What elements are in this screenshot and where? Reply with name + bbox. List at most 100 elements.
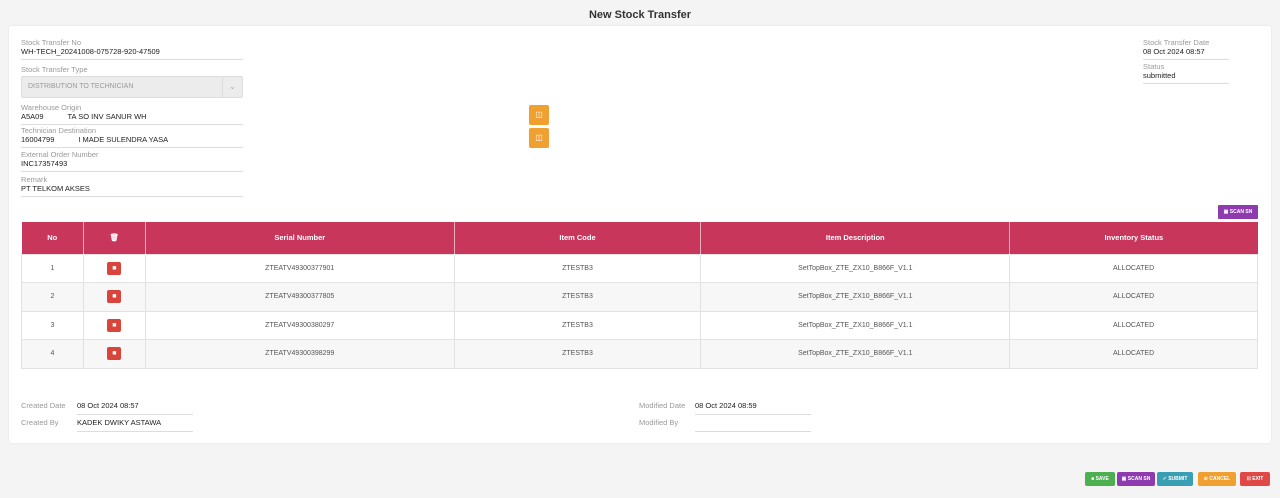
trash-icon: ■ xyxy=(112,264,117,272)
warehouse-origin-name: TA SO INV SANUR WH xyxy=(67,112,147,121)
trash-icon: ■ xyxy=(112,350,117,358)
modified-date-label: Modified Date xyxy=(639,401,686,410)
row-status: ALLOCATED xyxy=(1009,282,1258,312)
submit-button[interactable]: ✓ SUBMIT xyxy=(1157,472,1193,486)
table-row: 1 ■ ZTEATV49300377901 ZTESTB3 SetTopBox_… xyxy=(21,253,1258,283)
transfer-date-value: 08 Oct 2024 08:57 xyxy=(1143,47,1205,56)
footer-scan-label: SCAN SN xyxy=(1127,476,1151,482)
trash-icon: 🗑 xyxy=(109,233,120,243)
transfer-type-value: DISTRIBUTION TO TECHNICIAN xyxy=(28,83,134,90)
external-order-field: External Order Number INC17357493 xyxy=(21,150,243,172)
lookup-icon: ◫ xyxy=(535,133,543,142)
cancel-button[interactable]: ⊘ CANCEL xyxy=(1198,472,1236,486)
submit-label: SUBMIT xyxy=(1168,476,1188,482)
save-icon: ■ xyxy=(1091,476,1095,482)
table-header-row: No 🗑 Serial Number Item Code Item Descri… xyxy=(21,222,1258,254)
row-no: 4 xyxy=(21,339,84,369)
modified-by-value xyxy=(695,418,811,432)
transfer-type-label: Stock Transfer Type xyxy=(21,65,88,74)
save-button[interactable]: ■ SAVE xyxy=(1085,472,1115,486)
trash-icon: ■ xyxy=(112,293,117,301)
col-status: Inventory Status xyxy=(1009,222,1258,254)
modified-by-label: Modified By xyxy=(639,418,679,427)
check-icon: ✓ xyxy=(1162,476,1167,482)
delete-row-button[interactable]: ■ xyxy=(107,318,122,332)
external-order-value: INC17357493 xyxy=(21,159,68,168)
row-description: SetTopBox_ZTE_ZX10_B866F_V1.1 xyxy=(700,310,1011,340)
delete-row-button[interactable]: ■ xyxy=(107,261,122,275)
row-serial: ZTEATV49300398299 xyxy=(144,339,455,369)
chevron-down-icon: ⌄ xyxy=(222,77,242,97)
row-description: SetTopBox_ZTE_ZX10_B866F_V1.1 xyxy=(700,282,1011,312)
technician-destination-field: Technician Destination 16004799 I MADE SU… xyxy=(21,126,243,148)
table-row: 2 ■ ZTEATV49300377805 ZTESTB3 SetTopBox_… xyxy=(21,282,1258,312)
transfer-type-select[interactable]: DISTRIBUTION TO TECHNICIAN ⌄ xyxy=(21,76,243,98)
row-status: ALLOCATED xyxy=(1009,310,1258,340)
row-description: SetTopBox_ZTE_ZX10_B866F_V1.1 xyxy=(700,339,1011,369)
delete-row-button[interactable]: ■ xyxy=(107,290,122,304)
row-description: SetTopBox_ZTE_ZX10_B866F_V1.1 xyxy=(700,253,1011,283)
modified-date-value: 08 Oct 2024 08:59 xyxy=(695,401,811,415)
footer-scan-sn-button[interactable]: ▣ SCAN SN xyxy=(1117,472,1155,486)
row-status: ALLOCATED xyxy=(1009,339,1258,369)
cancel-icon: ⊘ xyxy=(1203,476,1208,482)
transfer-no-field: Stock Transfer No WH-TECH_20241008-07572… xyxy=(21,38,243,60)
technician-destination-code: 16004799 xyxy=(21,135,55,144)
remark-value: PT TELKOM AKSES xyxy=(21,184,90,193)
row-item-code: ZTESTB3 xyxy=(453,253,702,283)
created-by-value: KADEK DWIKY ASTAWA xyxy=(77,418,193,432)
col-delete: 🗑 xyxy=(83,222,146,254)
row-no: 3 xyxy=(21,310,84,340)
page-title: New Stock Transfer xyxy=(588,9,692,21)
row-serial: ZTEATV49300377805 xyxy=(144,282,455,312)
warehouse-origin-field: Warehouse Origin A5A09 TA SO INV SANUR WH xyxy=(21,103,243,125)
row-status: ALLOCATED xyxy=(1009,253,1258,283)
row-no: 2 xyxy=(21,282,84,312)
warehouse-lookup-button[interactable]: ◫ xyxy=(529,105,549,125)
row-item-code: ZTESTB3 xyxy=(453,339,702,369)
col-description: Item Description xyxy=(700,222,1011,254)
transfer-date-label: Stock Transfer Date xyxy=(1143,38,1210,47)
exit-button[interactable]: ⊡ EXIT xyxy=(1240,472,1270,486)
technician-lookup-button[interactable]: ◫ xyxy=(529,128,549,148)
row-item-code: ZTESTB3 xyxy=(453,282,702,312)
table-row: 4 ■ ZTEATV49300398299 ZTESTB3 SetTopBox_… xyxy=(21,339,1258,369)
items-table: No 🗑 Serial Number Item Code Item Descri… xyxy=(21,222,1258,369)
remark-label: Remark xyxy=(21,175,48,184)
save-label: SAVE xyxy=(1095,476,1109,482)
status-value: submitted xyxy=(1143,71,1176,80)
scan-sn-button[interactable]: ▣ SCAN SN xyxy=(1218,205,1258,219)
created-date-label: Created Date xyxy=(21,401,66,410)
col-serial: Serial Number xyxy=(145,222,455,254)
warehouse-origin-label: Warehouse Origin xyxy=(21,103,82,112)
warehouse-origin-code: A5A09 xyxy=(21,112,44,121)
col-no: No xyxy=(21,222,84,254)
col-item-code: Item Code xyxy=(454,222,702,254)
lookup-icon: ◫ xyxy=(535,110,543,119)
created-by-label: Created By xyxy=(21,418,59,427)
scan-icon: ▣ xyxy=(1223,209,1229,215)
scan-sn-label: SCAN SN xyxy=(1229,209,1253,215)
table-row: 3 ■ ZTEATV49300380297 ZTESTB3 SetTopBox_… xyxy=(21,310,1258,340)
transfer-no-label: Stock Transfer No xyxy=(21,38,82,47)
transfer-no-value: WH-TECH_20241008-075728-920-47509 xyxy=(21,47,160,56)
transfer-date-field: Stock Transfer Date 08 Oct 2024 08:57 xyxy=(1143,38,1229,60)
created-date-value: 08 Oct 2024 08:57 xyxy=(77,401,193,415)
exit-label: EXIT xyxy=(1252,476,1264,482)
technician-destination-label: Technician Destination xyxy=(21,126,97,135)
remark-field: Remark PT TELKOM AKSES xyxy=(21,175,243,197)
external-order-label: External Order Number xyxy=(21,150,99,159)
status-label: Status xyxy=(1143,62,1165,71)
row-item-code: ZTESTB3 xyxy=(453,310,702,340)
scan-icon: ▣ xyxy=(1121,476,1127,482)
row-serial: ZTEATV49300380297 xyxy=(144,310,455,340)
status-field: Status submitted xyxy=(1143,62,1229,84)
stock-transfer-form: Stock Transfer No WH-TECH_20241008-07572… xyxy=(9,26,1271,443)
row-no: 1 xyxy=(21,253,84,283)
technician-destination-name: I MADE SULENDRA YASA xyxy=(78,135,169,144)
cancel-label: CANCEL xyxy=(1209,476,1231,482)
exit-icon: ⊡ xyxy=(1246,476,1251,482)
delete-row-button[interactable]: ■ xyxy=(107,347,122,361)
trash-icon: ■ xyxy=(112,321,117,329)
row-serial: ZTEATV49300377901 xyxy=(144,253,455,283)
